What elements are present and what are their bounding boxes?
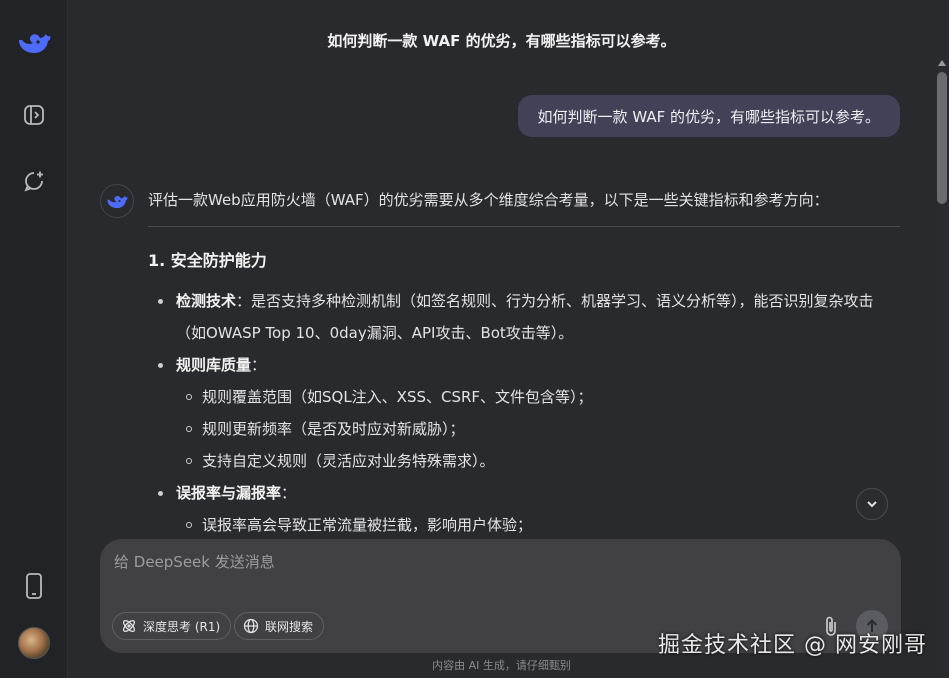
user-avatar[interactable] — [18, 627, 50, 659]
list-item-text: ：是否支持多种检测机制（如签名规则、行为分析、机器学习、语义分析等），能否识别复… — [176, 292, 874, 342]
bullet-circle — [186, 394, 192, 400]
sub-list-item: 规则覆盖范围（如SQL注入、XSS、CSRF、文件包含等）； — [148, 381, 900, 413]
divider — [148, 226, 900, 227]
bullet-circle — [186, 522, 192, 528]
list-item-label: 误报率与漏报率 — [176, 484, 282, 502]
chevron-down-icon — [867, 501, 877, 508]
mobile-app-icon[interactable] — [14, 566, 54, 606]
list-item-label: 检测技术 — [176, 292, 237, 310]
chat-main: 如何判断一款 WAF 的优劣，有哪些指标可以参考。 如何判断一款 WAF 的优劣… — [68, 0, 949, 678]
chat-title: 如何判断一款 WAF 的优劣，有哪些指标可以参考。 — [327, 32, 676, 50]
sub-list-item: 误报率高会导致正常流量被拦截，影响用户体验； — [148, 509, 900, 541]
bullet-dot — [158, 299, 163, 304]
sub-list-item: 规则更新频率（是否及时应对新威胁）； — [148, 413, 900, 445]
sub-list-item: 支持自定义规则（灵活应对业务特殊需求）。 — [148, 445, 900, 477]
sub-list-item-text: 规则覆盖范围（如SQL注入、XSS、CSRF、文件包含等）； — [202, 388, 593, 406]
assistant-avatar-icon — [100, 184, 134, 218]
message-input[interactable] — [114, 551, 814, 591]
list-item-label: 规则库质量 — [176, 356, 252, 374]
scroll-to-bottom-button[interactable] — [856, 488, 888, 520]
deepseek-logo-icon[interactable] — [14, 22, 54, 62]
scrollbar-thumb[interactable] — [937, 72, 947, 204]
sidebar-toggle-icon[interactable] — [14, 95, 54, 135]
deep-think-button[interactable]: 深度思考 (R1) — [112, 612, 232, 640]
list-item-text: ： — [251, 356, 267, 374]
atom-icon — [122, 619, 136, 633]
assistant-message: 评估一款Web应用防火墙（WAF）的优劣需要从多个维度综合考量，以下是一些关键指… — [148, 186, 900, 541]
web-search-label: 联网搜索 — [265, 619, 314, 634]
deep-think-label: 深度思考 (R1) — [143, 619, 221, 634]
globe-icon — [243, 618, 259, 634]
user-message-bubble: 如何判断一款 WAF 的优劣，有哪些指标可以参考。 — [517, 95, 900, 137]
user-message-text: 如何判断一款 WAF 的优劣，有哪些指标可以参考。 — [537, 107, 880, 126]
web-search-button[interactable]: 联网搜索 — [234, 612, 325, 640]
list-item: 检测技术：是否支持多种检测机制（如签名规则、行为分析、机器学习、语义分析等），能… — [148, 285, 900, 349]
section-heading: 1. 安全防护能力 — [148, 251, 267, 270]
sub-list-item-text: 规则更新频率（是否及时应对新威胁）； — [202, 420, 465, 438]
bullet-dot — [158, 363, 163, 368]
scroll-up-arrow-icon[interactable] — [938, 60, 946, 66]
assistant-intro: 评估一款Web应用防火墙（WAF）的优劣需要从多个维度综合考量，以下是一些关键指… — [148, 191, 829, 209]
sidebar — [0, 0, 68, 678]
watermark: 掘金技术社区 @ 网安刚哥 — [658, 633, 927, 658]
list-item-text: ： — [281, 484, 297, 502]
list-item: 误报率与漏报率： — [148, 477, 900, 509]
sub-list-item-text: 误报率高会导致正常流量被拦截，影响用户体验； — [202, 516, 533, 534]
list-item: 规则库质量： — [148, 349, 900, 381]
bullet-dot — [158, 491, 163, 496]
bullet-circle — [186, 458, 192, 464]
ai-disclaimer: 内容由 AI 生成，请仔细甄别 — [432, 659, 571, 672]
new-chat-icon[interactable] — [14, 161, 54, 201]
bullet-circle — [186, 426, 192, 432]
sub-list-item-text: 支持自定义规则（灵活应对业务特殊需求）。 — [202, 452, 495, 470]
